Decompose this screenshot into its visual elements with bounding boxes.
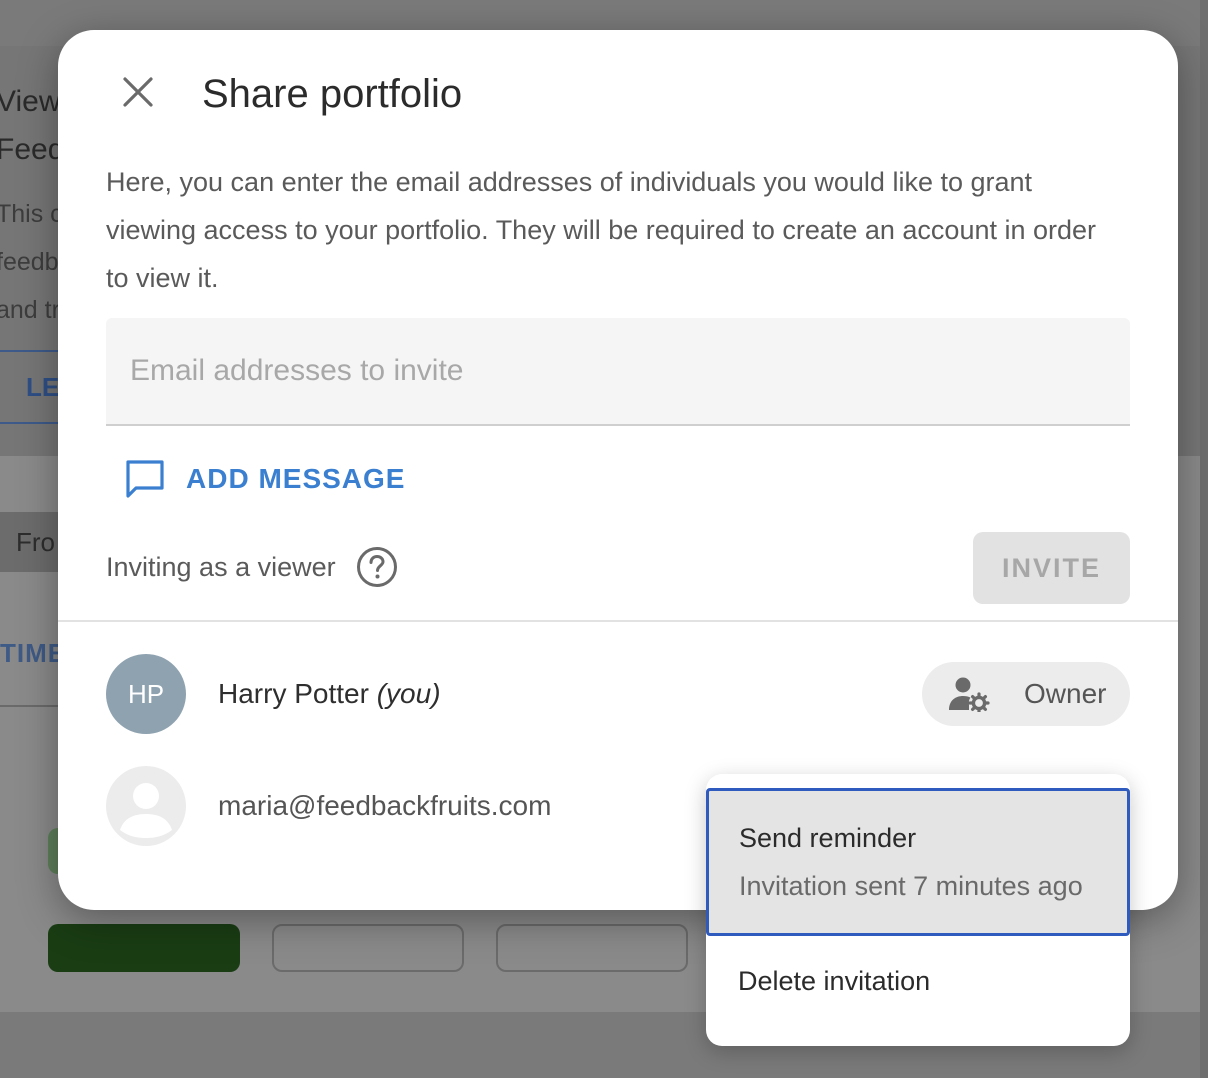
- invitation-actions-menu: Send reminder Invitation sent 7 minutes …: [706, 774, 1130, 1046]
- member-you-label: (you): [376, 678, 441, 709]
- inviting-role-row: Inviting as a viewer: [106, 546, 398, 588]
- email-invite-input[interactable]: [106, 318, 1130, 424]
- avatar: HP: [106, 654, 186, 734]
- section-divider: [58, 620, 1178, 622]
- background-primary-button: [48, 924, 240, 972]
- background-title-line: Feed: [0, 133, 65, 166]
- background-description-line: This c: [0, 200, 63, 228]
- help-circle-icon[interactable]: [356, 546, 398, 588]
- close-icon: [123, 77, 153, 107]
- background-tab: TIME: [0, 638, 67, 668]
- member-name-text: Harry Potter: [218, 678, 369, 709]
- dialog-title: Share portfolio: [202, 72, 463, 116]
- send-reminder-label: Send reminder: [739, 823, 917, 853]
- delete-invitation-label: Delete invitation: [738, 966, 931, 996]
- invitation-sent-time: Invitation sent 7 minutes ago: [739, 871, 1083, 901]
- email-invite-field[interactable]: [106, 318, 1130, 426]
- background-outline-button: [272, 924, 464, 972]
- member-email: maria@feedbackfruits.com: [218, 790, 552, 821]
- background-description-line: feedb: [0, 248, 59, 276]
- background-scrollbar: [1200, 0, 1208, 1078]
- add-message-button[interactable]: ADD MESSAGE: [124, 456, 405, 502]
- inviting-role-label: Inviting as a viewer: [106, 551, 336, 582]
- chat-bubble-icon: [126, 460, 164, 498]
- owner-role-label: Owner: [1024, 678, 1107, 709]
- member-row-invited: maria@feedbackfruits.com: [106, 766, 551, 846]
- member-name: Harry Potter (you): [218, 678, 441, 710]
- add-message-label: ADD MESSAGE: [186, 463, 406, 494]
- background-outline-button: [496, 924, 688, 972]
- avatar-placeholder: [106, 766, 186, 846]
- background-description-line: and tr: [0, 296, 60, 324]
- invite-button[interactable]: INVITE: [973, 532, 1130, 604]
- send-reminder-menu-item[interactable]: Send reminder Invitation sent 7 minutes …: [706, 788, 1130, 936]
- member-row-owner: HP Harry Potter (you): [106, 654, 441, 734]
- close-button[interactable]: [116, 70, 160, 114]
- person-icon: [120, 783, 172, 838]
- background-title-line: View: [0, 85, 61, 118]
- delete-invitation-menu-item[interactable]: Delete invitation: [706, 950, 1130, 1020]
- user-gear-icon: [949, 677, 990, 712]
- owner-role-chip: Owner: [922, 662, 1130, 726]
- dialog-description: Here, you can enter the email addresses …: [106, 167, 1097, 293]
